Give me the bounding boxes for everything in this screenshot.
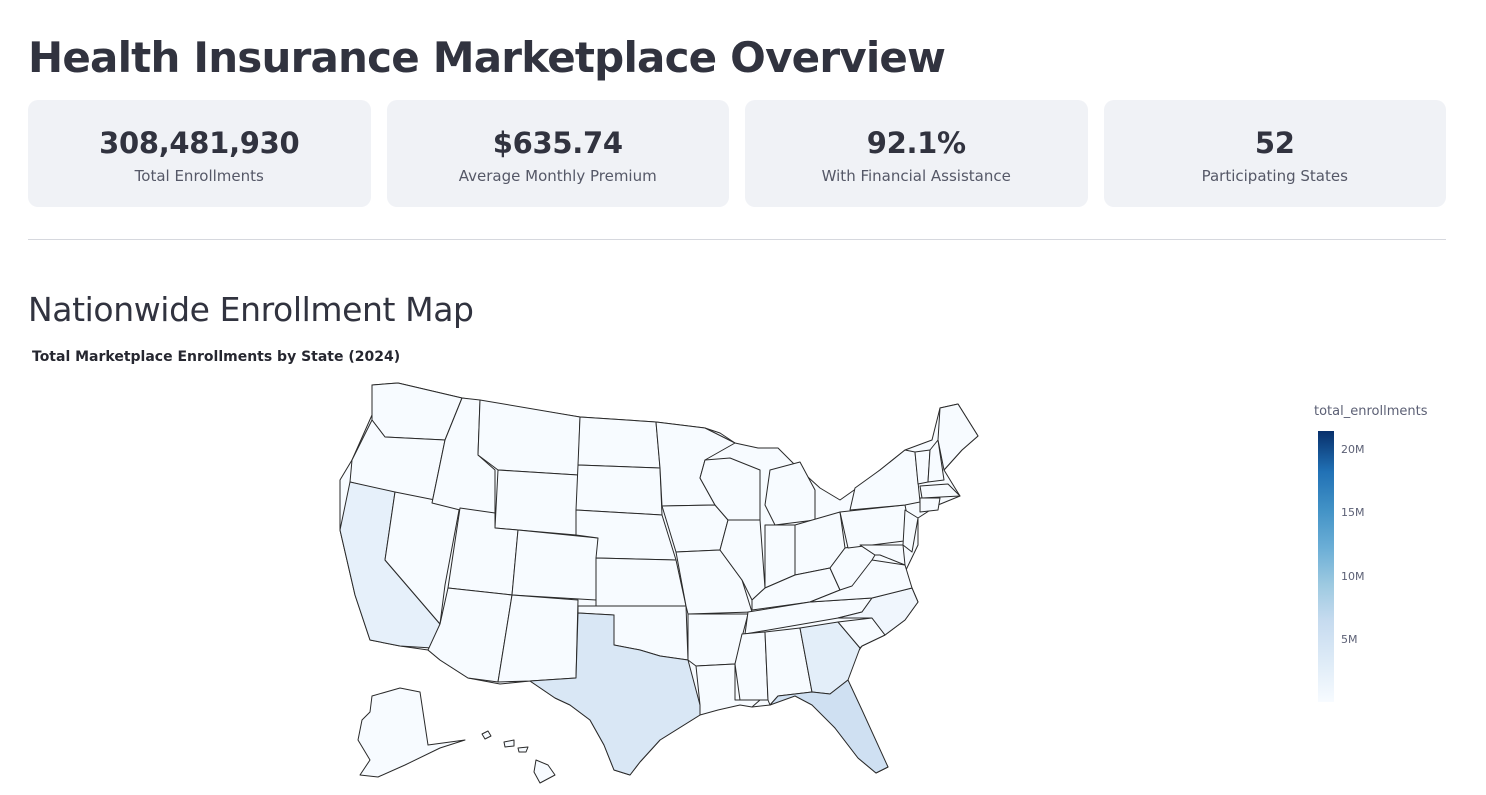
colorbar-gradient [1318, 431, 1334, 702]
state-sd[interactable] [575, 464, 663, 516]
us-choropleth-map[interactable] [0, 0, 1486, 795]
state-nm[interactable] [497, 594, 579, 683]
state-hi-2[interactable] [503, 739, 515, 748]
state-mt[interactable] [477, 399, 581, 476]
state-ms[interactable] [734, 631, 769, 701]
state-hi-3[interactable] [517, 746, 529, 753]
colorbar: total_enrollments 20M 15M 10M 5M [1310, 404, 1440, 714]
state-ks[interactable] [595, 557, 687, 607]
state-mi[interactable] [764, 461, 816, 526]
state-co[interactable] [511, 529, 599, 601]
state-me[interactable] [937, 403, 979, 471]
colorbar-tick-15m: 15M [1341, 506, 1365, 519]
colorbar-tick-5m: 5M [1341, 633, 1358, 646]
state-ny[interactable] [849, 449, 921, 511]
colorbar-tick-10m: 10M [1341, 570, 1365, 583]
colorbar-title: total_enrollments [1314, 404, 1428, 419]
state-wy[interactable] [494, 469, 579, 536]
colorbar-tick-20m: 20M [1341, 443, 1365, 456]
state-nd[interactable] [577, 416, 661, 469]
state-pa[interactable] [839, 504, 913, 549]
state-ct[interactable] [919, 497, 941, 513]
state-ak[interactable] [357, 687, 466, 778]
state-hi-4[interactable] [533, 759, 556, 784]
state-hi-1[interactable] [481, 730, 492, 740]
